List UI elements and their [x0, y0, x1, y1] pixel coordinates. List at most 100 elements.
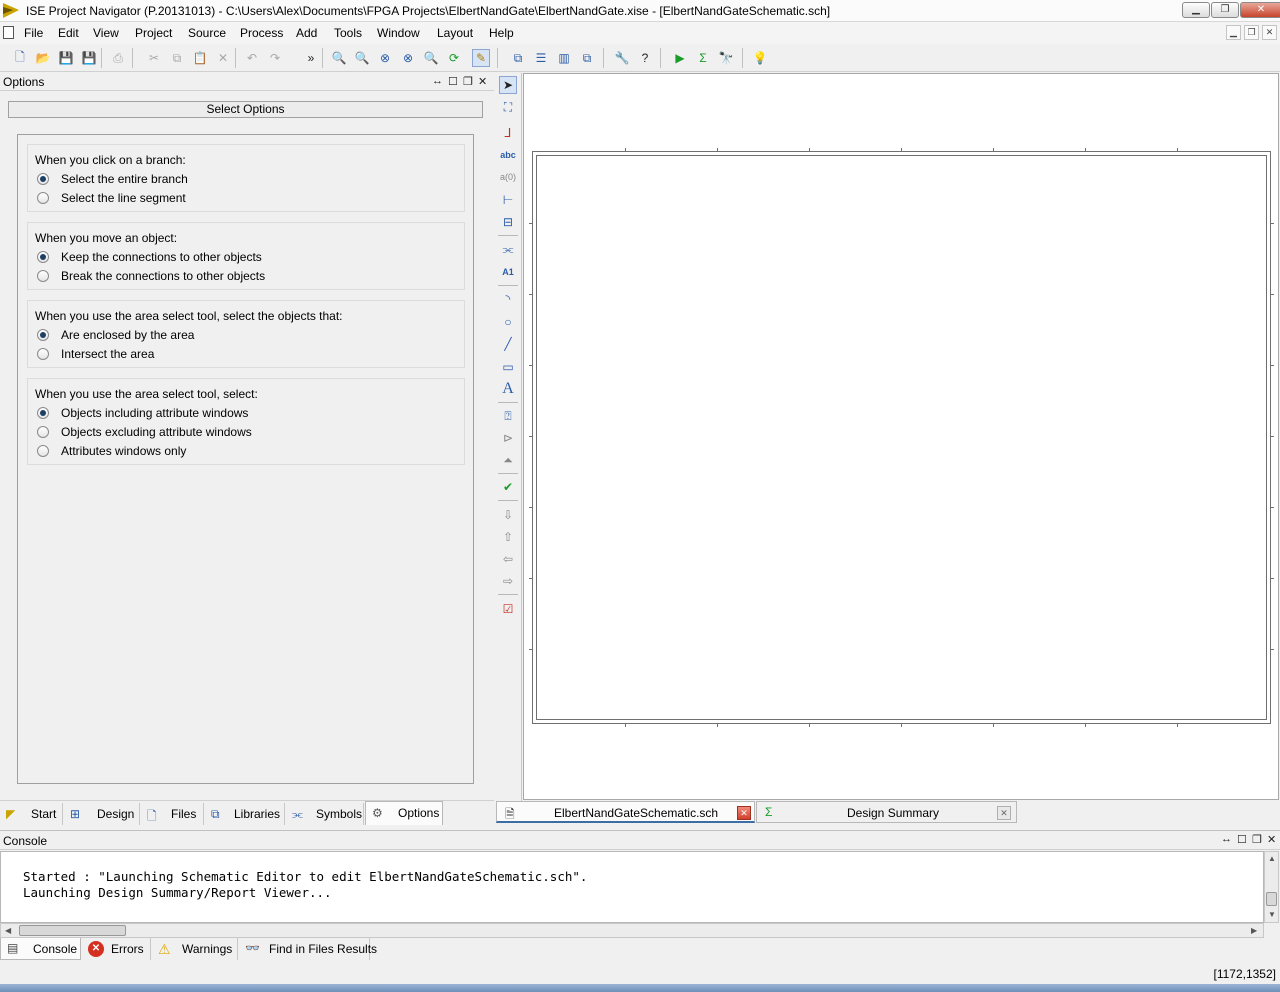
push-into-symbol-icon[interactable]: ⇩	[499, 506, 517, 524]
tile-vertical-icon[interactable]: ▥	[555, 49, 573, 67]
close-tab-icon[interactable]: ✕	[737, 806, 751, 820]
save-all-icon[interactable]: 💾	[80, 49, 98, 67]
symbol-info-icon[interactable]: ⍰	[499, 407, 517, 425]
next-sheet-icon[interactable]: ⇨	[499, 572, 517, 590]
menu-tools[interactable]: Tools	[334, 26, 362, 40]
radio-label[interactable]: Intersect the area	[61, 347, 154, 361]
launch-tool-icon[interactable]: 🔭	[717, 49, 735, 67]
tab-options[interactable]: ⚙ Options	[365, 801, 443, 825]
scroll-right-icon[interactable]: ▶	[1251, 926, 1257, 935]
console-horizontal-scrollbar[interactable]: ◀ ▶	[0, 923, 1264, 938]
panel-float-icon[interactable]: ↔	[1221, 833, 1232, 845]
add-rectangle-icon[interactable]: ▭	[499, 358, 517, 376]
panel-maximize-icon[interactable]: ☐	[448, 75, 458, 88]
copy-icon[interactable]: ⧉	[168, 49, 186, 67]
radio-label[interactable]: Keep the connections to other objects	[61, 250, 262, 264]
save-icon[interactable]: 💾	[57, 49, 75, 67]
tile-horizontal-icon[interactable]: ☰	[532, 49, 550, 67]
schematic-canvas[interactable]	[523, 73, 1279, 800]
maximize-button[interactable]: ❐	[1211, 2, 1239, 18]
print-icon[interactable]: ⎙	[109, 49, 127, 67]
zoom-full-view-icon[interactable]: ⊗	[376, 49, 394, 67]
design-summary-icon[interactable]: Σ	[694, 49, 712, 67]
zoom-to-box-icon[interactable]: ⊗	[399, 49, 417, 67]
window-switch-icon[interactable]: ⧉	[578, 49, 596, 67]
menu-edit[interactable]: Edit	[58, 26, 79, 40]
radio-label[interactable]: Select the line segment	[61, 191, 186, 205]
zoom-in-icon[interactable]: 🔍	[330, 49, 348, 67]
tab-console[interactable]: ▤ Console	[0, 938, 81, 960]
radio-button[interactable]	[37, 426, 49, 438]
radio-button[interactable]	[37, 251, 49, 263]
properties-wrench-icon[interactable]: 🔧	[613, 49, 631, 67]
radio-label[interactable]: Break the connections to other objects	[61, 269, 265, 283]
add-wire-icon[interactable]: ⅃	[499, 124, 517, 142]
select-pointer-icon[interactable]: ➤	[499, 76, 517, 94]
mdi-restore-button[interactable]: ❐	[1244, 25, 1259, 40]
add-net-name-icon[interactable]: abc	[499, 146, 517, 164]
menu-add[interactable]: Add	[296, 26, 317, 40]
console-output[interactable]: Started : "Launching Schematic Editor to…	[0, 851, 1264, 923]
scroll-down-icon[interactable]: ▼	[1268, 910, 1276, 919]
new-file-icon[interactable]: 🗋	[11, 49, 29, 67]
add-instance-icon[interactable]: A1	[499, 263, 517, 281]
menu-source[interactable]: Source	[188, 26, 226, 40]
add-line-icon[interactable]: ╱	[499, 335, 517, 353]
scroll-thumb[interactable]	[1266, 892, 1277, 906]
radio-label[interactable]: Select the entire branch	[61, 172, 188, 186]
panel-restore-icon[interactable]: ❐	[1252, 833, 1262, 846]
toolbar-overflow-icon[interactable]: »	[302, 49, 320, 67]
tab-files[interactable]: 🗋 Files	[141, 803, 204, 825]
radio-label[interactable]: Objects including attribute windows	[61, 406, 248, 420]
open-folder-icon[interactable]: 📂	[34, 49, 52, 67]
add-arc-icon[interactable]: ◝	[499, 290, 517, 308]
add-circle-icon[interactable]: ○	[499, 313, 517, 331]
menu-help[interactable]: Help	[489, 26, 514, 40]
mdi-minimize-button[interactable]: ▁	[1226, 25, 1241, 40]
panel-maximize-icon[interactable]: ☐	[1237, 833, 1247, 846]
close-button[interactable]: ✕	[1240, 2, 1280, 18]
tab-design[interactable]: ⊞ Design	[64, 803, 140, 825]
check-report-icon[interactable]: ☑	[499, 600, 517, 618]
radio-button[interactable]	[37, 348, 49, 360]
cut-icon[interactable]: ✂	[145, 49, 163, 67]
schematic-tool-icon[interactable]: ✎	[472, 49, 490, 67]
menu-layout[interactable]: Layout	[437, 26, 473, 40]
undo-icon[interactable]: ↶	[243, 49, 261, 67]
menu-view[interactable]: View	[93, 26, 119, 40]
scroll-left-icon[interactable]: ◀	[5, 926, 11, 935]
add-text-icon[interactable]: A	[499, 380, 517, 398]
run-icon[interactable]: ▶	[671, 49, 689, 67]
radio-button[interactable]	[37, 445, 49, 457]
menu-project[interactable]: Project	[135, 26, 172, 40]
add-symbol-icon[interactable]: ⫘	[499, 240, 517, 258]
close-tab-icon[interactable]: ✕	[997, 806, 1011, 820]
scroll-thumb[interactable]	[19, 925, 126, 936]
delete-icon[interactable]: ✕	[214, 49, 232, 67]
add-io-marker-icon[interactable]: ⊟	[499, 213, 517, 231]
zoom-selected-icon[interactable]: 🔍	[422, 49, 440, 67]
radio-button[interactable]	[37, 192, 49, 204]
radio-button[interactable]	[37, 329, 49, 341]
radio-label[interactable]: Are enclosed by the area	[61, 328, 194, 342]
panel-restore-icon[interactable]: ❐	[463, 75, 473, 88]
tab-errors[interactable]: ✕ Errors	[82, 938, 151, 960]
menu-file[interactable]: File	[24, 26, 43, 40]
tab-schematic-document[interactable]: 🗎 ElbertNandGateSchematic.sch ✕	[496, 801, 755, 823]
document-icon[interactable]	[3, 26, 14, 39]
radio-button[interactable]	[37, 270, 49, 282]
rename-bus-icon[interactable]: a(0)	[499, 168, 517, 186]
add-pin-icon[interactable]: ⊳	[499, 429, 517, 447]
cascade-windows-icon[interactable]: ⧉	[509, 49, 527, 67]
previous-sheet-icon[interactable]: ⇦	[499, 550, 517, 568]
menu-process[interactable]: Process	[240, 26, 283, 40]
tab-find-in-files[interactable]: 👓 Find in Files Results	[239, 938, 377, 960]
radio-button[interactable]	[37, 173, 49, 185]
radio-button[interactable]	[37, 407, 49, 419]
tab-start[interactable]: ◤ Start	[0, 803, 63, 825]
radio-label[interactable]: Attributes windows only	[61, 444, 186, 458]
tab-libraries[interactable]: ⧉ Libraries	[205, 803, 285, 825]
panel-close-icon[interactable]: ✕	[1267, 833, 1276, 846]
refresh-icon[interactable]: ⟳	[445, 49, 463, 67]
tip-lightbulb-icon[interactable]: 💡	[751, 49, 769, 67]
